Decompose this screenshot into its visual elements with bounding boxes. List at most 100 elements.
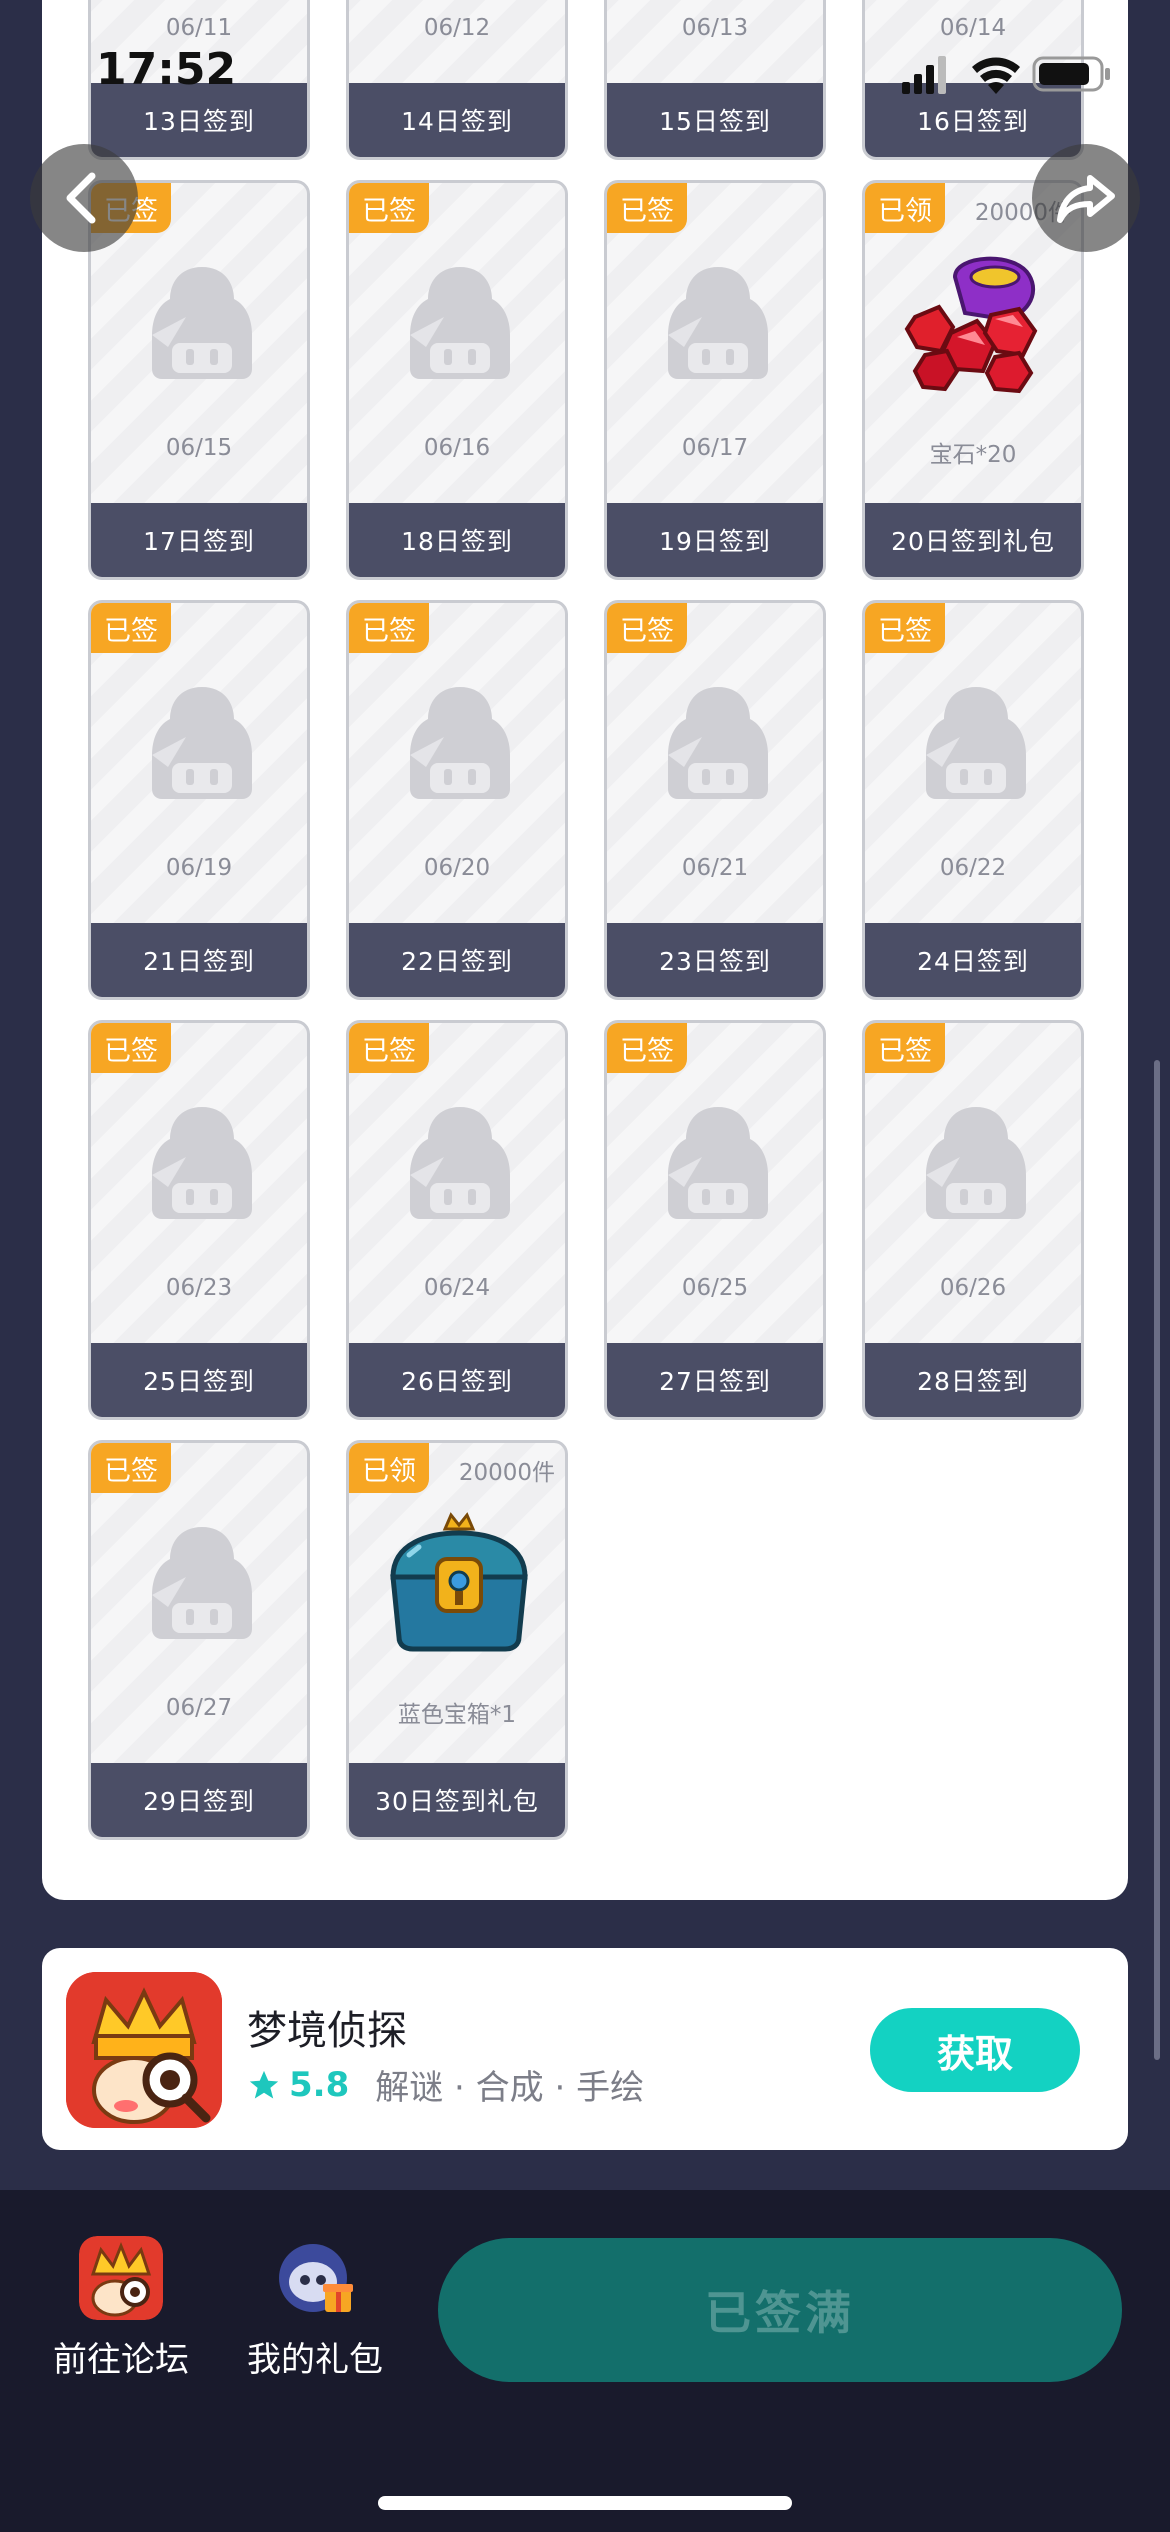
status-time: 17:52 bbox=[96, 44, 237, 95]
checkin-card[interactable]: 06/21 已签 23日签到 bbox=[604, 600, 826, 1000]
status-badge: 已签 bbox=[349, 603, 429, 653]
forum-button[interactable]: 前往论坛 bbox=[36, 2236, 206, 2381]
card-date: 06/26 bbox=[939, 1275, 1007, 1301]
status-badge: 已领 bbox=[349, 1443, 429, 1493]
forum-label: 前往论坛 bbox=[53, 2340, 189, 2380]
checkin-card[interactable]: 06/22 已签 24日签到 bbox=[862, 600, 1084, 1000]
my-gifts-button[interactable]: 我的礼包 bbox=[230, 2236, 400, 2381]
checkin-card[interactable]: 06/17 已签 19日签到 bbox=[604, 180, 826, 580]
star-icon bbox=[249, 2070, 279, 2098]
placeholder-icon bbox=[926, 1107, 1026, 1219]
status-badge: 已签 bbox=[91, 603, 171, 653]
checkin-card[interactable]: 06/27 已签 29日签到 bbox=[88, 1440, 310, 1840]
checkin-card[interactable]: 06/25 已签 27日签到 bbox=[604, 1020, 826, 1420]
checkin-grid: 06/11 13日签到 06/12 14日签到 06/13 15日签到 06/14 16日签到… bbox=[0, 0, 1170, 1900]
card-day-label: 30日签到礼包 bbox=[349, 1763, 565, 1837]
app-tags: 解谜 · 合成 · 手绘 bbox=[375, 2068, 645, 2108]
status-badge: 已签 bbox=[607, 1023, 687, 1073]
checkin-card[interactable]: 06/24 已签 26日签到 bbox=[346, 1020, 568, 1420]
status-badge: 已签 bbox=[607, 603, 687, 653]
card-day-label: 19日签到 bbox=[607, 503, 823, 577]
status-badge: 已领 bbox=[865, 183, 945, 233]
back-button[interactable] bbox=[30, 144, 138, 252]
card-date: 06/14 bbox=[939, 15, 1007, 41]
card-date: 06/17 bbox=[681, 435, 749, 461]
app-icon[interactable] bbox=[66, 1972, 222, 2128]
card-day-label: 15日签到 bbox=[607, 83, 823, 157]
placeholder-icon bbox=[410, 267, 510, 379]
card-date: 06/11 bbox=[165, 15, 233, 41]
checkin-card[interactable]: 蓝色宝箱*1 已领 20000件 30日签到礼包 bbox=[346, 1440, 568, 1840]
gift-icon bbox=[273, 2236, 357, 2320]
card-day-label: 28日签到 bbox=[865, 1343, 1081, 1417]
back-icon bbox=[66, 172, 96, 224]
checkin-card[interactable]: 06/16 已签 18日签到 bbox=[346, 180, 568, 580]
card-day-label: 25日签到 bbox=[91, 1343, 307, 1417]
stock-count: 20000件 bbox=[458, 1460, 555, 1486]
prize-label: 宝石*20 bbox=[929, 442, 1017, 468]
card-date: 06/12 bbox=[423, 15, 491, 41]
placeholder-icon bbox=[410, 1107, 510, 1219]
placeholder-icon bbox=[152, 267, 252, 379]
card-date: 06/16 bbox=[423, 435, 491, 461]
checkin-card[interactable]: 06/26 已签 28日签到 bbox=[862, 1020, 1084, 1420]
card-date: 06/21 bbox=[681, 855, 749, 881]
status-icons bbox=[902, 56, 1110, 94]
card-date: 06/19 bbox=[165, 855, 233, 881]
card-date: 06/20 bbox=[423, 855, 491, 881]
card-day-label: 29日签到 bbox=[91, 1763, 307, 1837]
card-date: 06/25 bbox=[681, 1275, 749, 1301]
card-day-label: 14日签到 bbox=[349, 83, 565, 157]
signed-full-button[interactable]: 已签满 bbox=[438, 2238, 1122, 2382]
status-badge: 已签 bbox=[349, 1023, 429, 1073]
app-meta: 5.8 解谜 · 合成 · 手绘 bbox=[247, 2060, 644, 2109]
placeholder-icon bbox=[668, 687, 768, 799]
card-date: 06/23 bbox=[165, 1275, 233, 1301]
share-icon bbox=[1057, 175, 1115, 223]
card-day-label: 27日签到 bbox=[607, 1343, 823, 1417]
app-name: 梦境侦探 bbox=[247, 2008, 407, 2054]
app-promo-card[interactable]: 梦境侦探 5.8 解谜 · 合成 · 手绘 获取 bbox=[42, 1948, 1128, 2150]
card-date: 06/24 bbox=[423, 1275, 491, 1301]
status-badge: 已签 bbox=[607, 183, 687, 233]
status-badge: 已签 bbox=[349, 183, 429, 233]
status-badge: 已签 bbox=[865, 603, 945, 653]
placeholder-icon bbox=[668, 1107, 768, 1219]
card-date: 06/27 bbox=[165, 1695, 233, 1721]
status-badge: 已签 bbox=[865, 1023, 945, 1073]
placeholder-icon bbox=[926, 687, 1026, 799]
checkin-card[interactable]: 06/12 14日签到 bbox=[346, 0, 568, 160]
checkin-card[interactable]: 06/23 已签 25日签到 bbox=[88, 1020, 310, 1420]
card-day-label: 26日签到 bbox=[349, 1343, 565, 1417]
home-indicator bbox=[378, 2496, 792, 2510]
placeholder-icon bbox=[410, 687, 510, 799]
status-badge: 已签 bbox=[91, 1443, 171, 1493]
card-day-label: 18日签到 bbox=[349, 503, 565, 577]
checkin-scroll-area[interactable]: 06/11 13日签到 06/12 14日签到 06/13 15日签到 06/14 16日签到… bbox=[0, 0, 1170, 2190]
card-day-label: 20日签到礼包 bbox=[865, 503, 1081, 577]
gifts-label: 我的礼包 bbox=[247, 2340, 383, 2380]
gem-icon bbox=[904, 256, 1038, 394]
card-day-label: 23日签到 bbox=[607, 923, 823, 997]
blue-chest-icon bbox=[390, 1512, 528, 1652]
share-button[interactable] bbox=[1032, 144, 1140, 252]
forum-icon bbox=[79, 2236, 163, 2320]
card-day-label: 22日签到 bbox=[349, 923, 565, 997]
battery-icon bbox=[1032, 56, 1110, 92]
placeholder-icon bbox=[152, 687, 252, 799]
prize-label: 蓝色宝箱*1 bbox=[397, 1702, 517, 1728]
placeholder-icon bbox=[152, 1107, 252, 1219]
get-button[interactable]: 获取 bbox=[870, 2008, 1080, 2092]
checkin-card[interactable]: 06/13 15日签到 bbox=[604, 0, 826, 160]
checkin-card[interactable]: 06/19 已签 21日签到 bbox=[88, 600, 310, 1000]
placeholder-icon bbox=[152, 1527, 252, 1639]
card-day-label: 24日签到 bbox=[865, 923, 1081, 997]
card-date: 06/13 bbox=[681, 15, 749, 41]
cellular-signal-icon bbox=[902, 56, 946, 94]
wifi-icon bbox=[972, 57, 1020, 94]
card-date: 06/15 bbox=[165, 435, 233, 461]
checkin-card[interactable]: 06/20 已签 22日签到 bbox=[346, 600, 568, 1000]
card-date: 06/22 bbox=[939, 855, 1007, 881]
scrollbar[interactable] bbox=[1154, 1060, 1160, 2060]
placeholder-icon bbox=[668, 267, 768, 379]
